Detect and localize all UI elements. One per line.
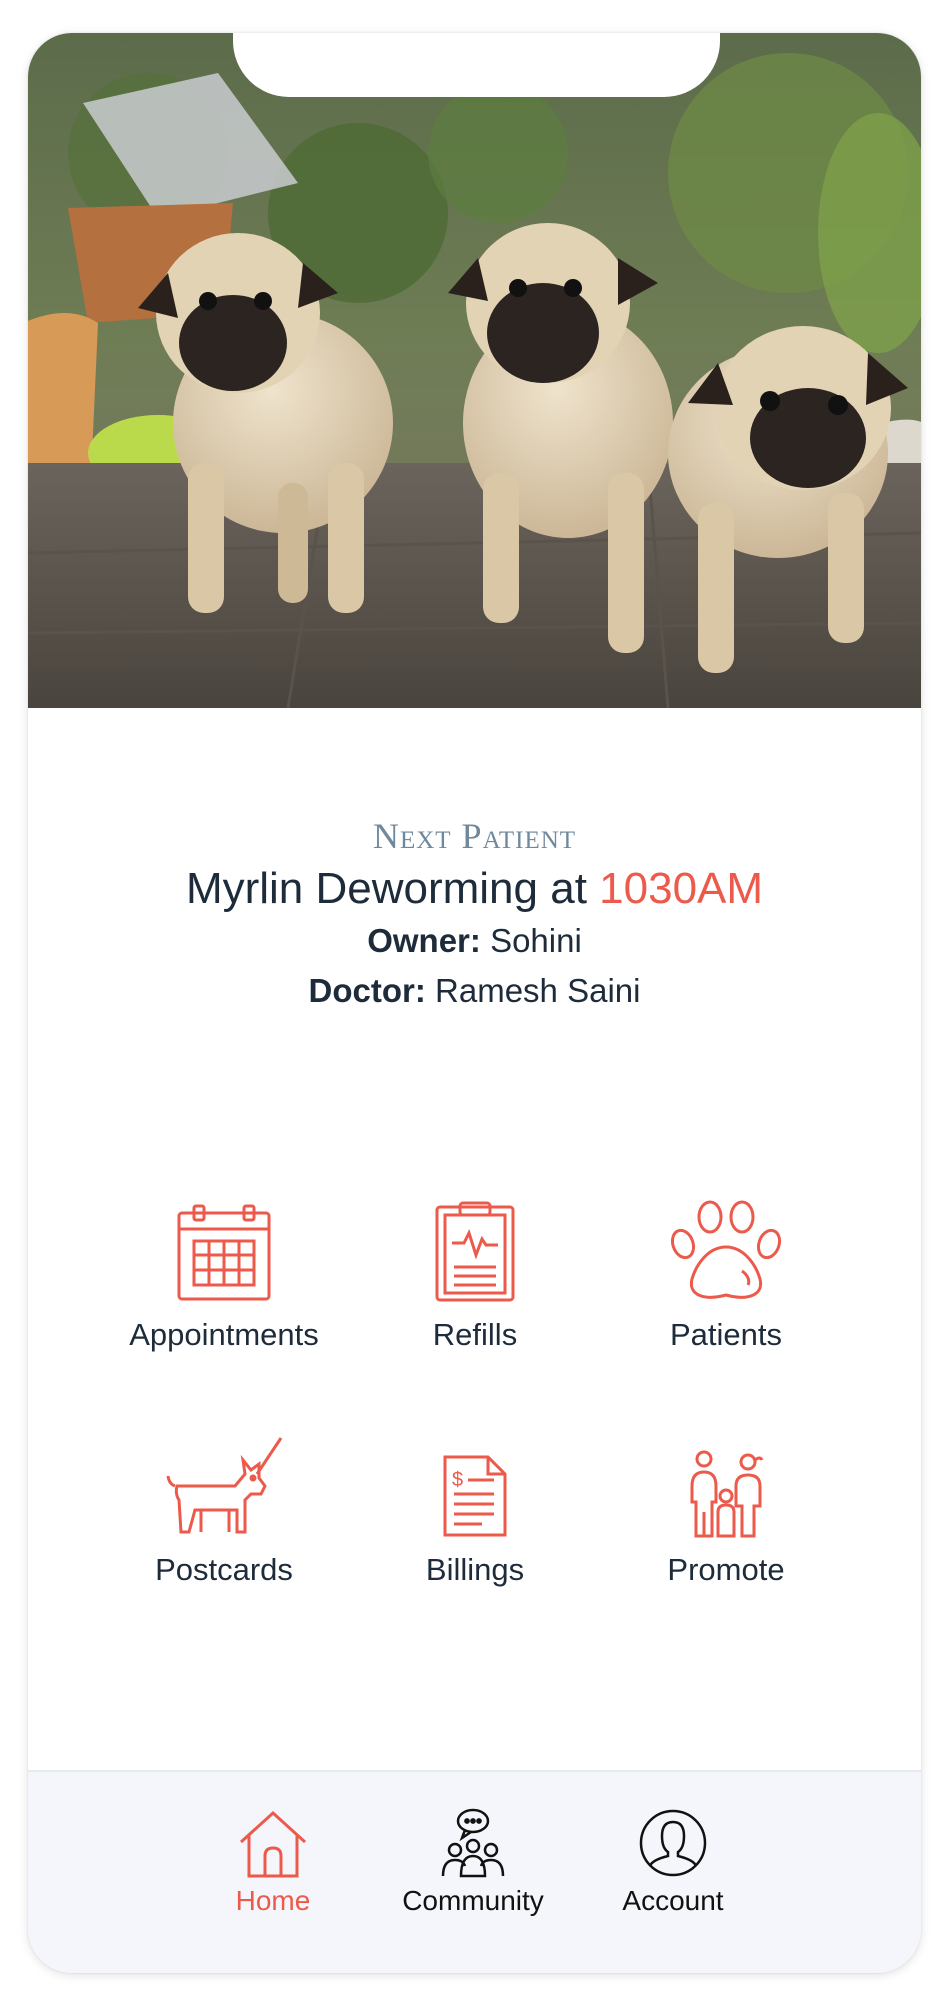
refills-button[interactable]: Refills (335, 1193, 615, 1353)
tab-account-label: Account (622, 1885, 724, 1916)
next-patient-label: Next Patient (372, 816, 577, 856)
next-patient-card[interactable]: Next Patient Myrlin Deworming at 1030AM … (28, 816, 921, 1016)
promote-label: Promote (667, 1552, 785, 1587)
owner-line: Owner: Sohini (28, 916, 921, 966)
community-icon (383, 1806, 563, 1878)
postcards-label: Postcards (155, 1552, 293, 1587)
appointment-title: Myrlin Deworming at (185, 864, 587, 913)
account-icon (583, 1806, 763, 1878)
bottom-tab-bar: Home Community Account (28, 1770, 921, 1973)
doctor-label: Doctor: (308, 972, 426, 1009)
dog-icon (84, 1428, 364, 1538)
doctor-value: Ramesh Saini (435, 972, 641, 1009)
appointment-time: 1030AM (599, 864, 764, 913)
phone-frame: Next Patient Myrlin Deworming at 1030AM … (28, 33, 921, 1973)
pug-photo-icon (28, 33, 921, 708)
calendar-icon (84, 1193, 364, 1303)
tab-home[interactable]: Home (183, 1806, 363, 1918)
device-notch (233, 33, 720, 97)
patients-button[interactable]: Patients (586, 1193, 866, 1353)
tab-home-label: Home (235, 1885, 311, 1916)
next-patient-title: Myrlin Deworming at 1030AM (28, 862, 921, 916)
appointments-button[interactable]: Appointments (84, 1193, 364, 1353)
refills-label: Refills (432, 1317, 518, 1352)
family-icon (586, 1428, 866, 1538)
tab-community-label: Community (402, 1885, 544, 1916)
tab-account[interactable]: Account (583, 1806, 763, 1918)
promote-button[interactable]: Promote (586, 1428, 866, 1588)
paw-icon (586, 1193, 866, 1303)
appointments-label: Appointments (129, 1317, 319, 1352)
doctor-line: Doctor: Ramesh Saini (28, 966, 921, 1016)
owner-label: Owner: (367, 922, 481, 959)
hero-photo (28, 33, 921, 708)
invoice-icon: $ (335, 1428, 615, 1538)
postcards-button[interactable]: Postcards (84, 1428, 364, 1588)
billings-button[interactable]: $ Billings (335, 1428, 615, 1588)
patients-label: Patients (669, 1317, 782, 1352)
owner-value: Sohini (490, 922, 582, 959)
svg-text:$: $ (452, 1469, 463, 1491)
home-icon (183, 1806, 363, 1878)
billings-label: Billings (425, 1552, 525, 1587)
tab-community[interactable]: Community (383, 1806, 563, 1918)
clipboard-icon (335, 1193, 615, 1303)
